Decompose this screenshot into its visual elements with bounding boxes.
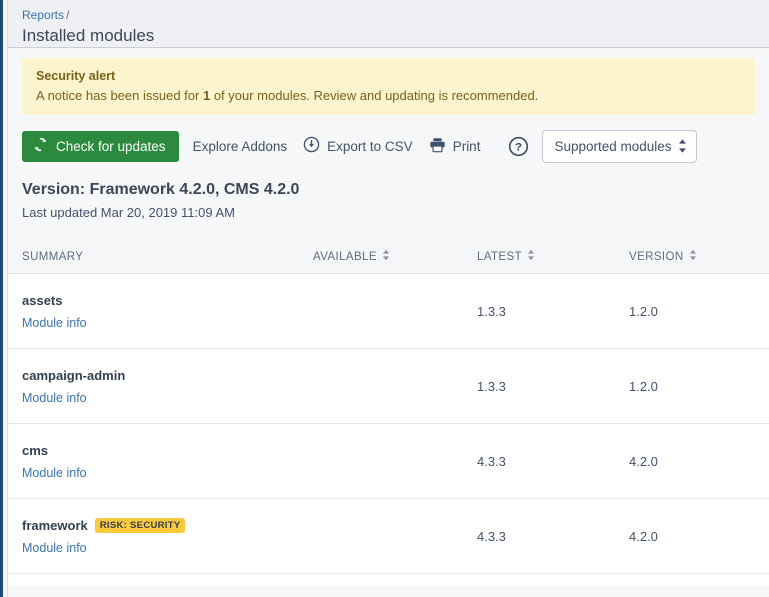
module-name: campaign-admin: [22, 367, 125, 384]
module-name: assets: [22, 292, 62, 309]
cell-summary: framework RISK: SECURITY Module info: [22, 517, 313, 556]
page-title: Installed modules: [22, 25, 769, 47]
column-header-latest[interactable]: LATEST: [477, 249, 629, 264]
cell-version: 4.2.0: [629, 454, 769, 469]
cell-version-value: 4.2.0: [629, 529, 769, 544]
column-header-summary-label: SUMMARY: [22, 251, 83, 263]
alert-count: 1: [203, 88, 210, 103]
table-row: cms Module info 4.3.34.2.0: [8, 424, 769, 499]
module-name: framework: [22, 517, 88, 534]
explore-addons-link[interactable]: Explore Addons: [193, 139, 288, 154]
column-header-version[interactable]: VERSION: [629, 249, 769, 264]
cell-version: 4.2.0: [629, 529, 769, 544]
breadcrumb-link-reports[interactable]: Reports: [22, 8, 64, 22]
cell-version-value: 1.2.0: [629, 379, 769, 394]
cell-latest-value: 1.3.3: [477, 379, 629, 394]
risk-badge: RISK: SECURITY: [95, 518, 186, 533]
cell-latest: 1.3.3: [477, 304, 629, 319]
security-alert-banner: Security alert A notice has been issued …: [22, 58, 755, 115]
last-updated-text: Last updated Mar 20, 2019 11:09 AM: [22, 204, 755, 222]
module-info-link[interactable]: Module info: [22, 540, 87, 556]
modules-table: SUMMARY AVAILABLE LATEST: [8, 240, 769, 586]
sort-arrows-icon: [689, 249, 697, 264]
page-content: Reports/ Installed modules Security aler…: [8, 0, 769, 597]
table-row: framework RISK: SECURITY Module info 4.3.34…: [8, 499, 769, 574]
module-name-line: framework RISK: SECURITY: [22, 517, 313, 534]
cell-summary: cms Module info: [22, 442, 313, 481]
column-header-available-label: AVAILABLE: [313, 251, 377, 263]
table-body: assetsModule info1.3.31.2.0campaign-admi…: [8, 274, 769, 586]
svg-text:?: ?: [515, 141, 522, 153]
rail-separator: [7, 0, 8, 597]
alert-message: A notice has been issued for 1 of your m…: [36, 87, 741, 104]
cell-latest: 4.3.3: [477, 529, 629, 544]
sort-arrows-icon: [382, 249, 390, 264]
cell-version-value: 4.2.0: [629, 454, 769, 469]
table-row: assets Module info 1.3.31.2.0: [8, 274, 769, 349]
actions-toolbar: Check for updates Explore Addons Export …: [8, 115, 769, 165]
left-navigation-rail: [0, 0, 3, 597]
printer-icon: [429, 137, 446, 156]
refresh-icon: [33, 137, 48, 155]
module-filter-select[interactable]: Supported modules: [542, 130, 697, 163]
download-circle-icon: [303, 136, 320, 156]
cell-version: 1.2.0: [629, 304, 769, 319]
alert-container: Security alert A notice has been issued …: [8, 48, 769, 115]
module-name-line: campaign-admin: [22, 367, 313, 384]
cell-latest-value: 1.3.3: [477, 304, 629, 319]
table-row-partial: [8, 574, 769, 586]
version-title: Version: Framework 4.2.0, CMS 4.2.0: [22, 179, 755, 200]
column-header-summary: SUMMARY: [22, 251, 313, 263]
print-label: Print: [453, 139, 481, 154]
explore-addons-label: Explore Addons: [193, 139, 288, 154]
module-info-link[interactable]: Module info: [22, 315, 87, 331]
alert-text-before: A notice has been issued for: [36, 88, 199, 103]
table-header-row: SUMMARY AVAILABLE LATEST: [8, 240, 769, 274]
cell-version: 1.2.0: [629, 379, 769, 394]
version-summary: Version: Framework 4.2.0, CMS 4.2.0 Last…: [8, 165, 769, 222]
column-header-version-label: VERSION: [629, 251, 684, 263]
alert-text-after: of your modules. Review and updating is …: [214, 88, 538, 103]
cell-latest-value: 4.3.3: [477, 454, 629, 469]
cell-latest-value: 4.3.3: [477, 529, 629, 544]
module-info-link[interactable]: Module info: [22, 465, 87, 481]
module-name: cms: [22, 442, 48, 459]
cell-summary: assets Module info: [22, 292, 313, 331]
module-name-line: cms: [22, 442, 313, 459]
export-to-csv-link[interactable]: Export to CSV: [303, 136, 413, 156]
check-for-updates-label: Check for updates: [56, 139, 166, 154]
export-to-csv-label: Export to CSV: [327, 139, 413, 154]
breadcrumb: Reports/: [22, 8, 769, 23]
check-for-updates-button[interactable]: Check for updates: [22, 131, 179, 162]
breadcrumb-separator: /: [66, 8, 69, 22]
module-filter-select-wrapper[interactable]: Supported modules: [542, 130, 697, 163]
cell-latest: 1.3.3: [477, 379, 629, 394]
module-name-line: assets: [22, 292, 313, 309]
sort-arrows-icon: [527, 249, 535, 264]
table-row: campaign-admin Module info 1.3.31.2.0: [8, 349, 769, 424]
alert-title: Security alert: [36, 68, 741, 84]
cell-version-value: 1.2.0: [629, 304, 769, 319]
column-header-available[interactable]: AVAILABLE: [313, 249, 477, 264]
help-circle-icon[interactable]: ?: [508, 136, 529, 157]
print-link[interactable]: Print: [429, 137, 481, 156]
module-filter-selected-value: Supported modules: [554, 139, 671, 154]
page-header: Reports/ Installed modules: [8, 0, 769, 48]
cell-latest: 4.3.3: [477, 454, 629, 469]
module-info-link[interactable]: Module info: [22, 390, 87, 406]
installed-modules-page: Reports/ Installed modules Security aler…: [0, 0, 769, 597]
column-header-latest-label: LATEST: [477, 251, 522, 263]
cell-summary: campaign-admin Module info: [22, 367, 313, 406]
